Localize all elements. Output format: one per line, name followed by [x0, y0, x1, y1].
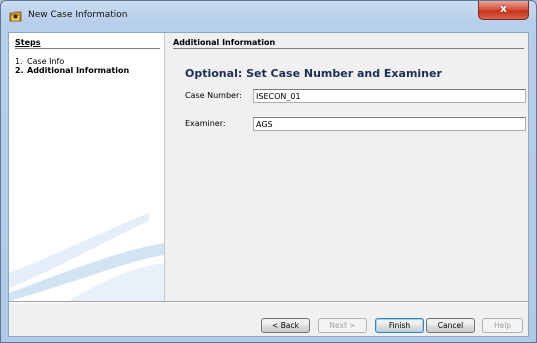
case-folder-icon [9, 11, 22, 22]
footer-divider-highlight [9, 302, 528, 303]
section-title: Additional Information [173, 38, 276, 47]
next-button[interactable]: Next > [318, 318, 367, 333]
step-number: 1. [15, 57, 23, 66]
dialog-window: New Case Information x Steps 1. Case Info… [0, 0, 537, 343]
help-button[interactable]: Help [482, 318, 523, 333]
title-bar[interactable]: New Case Information x [1, 1, 536, 27]
step-label: Additional Information [27, 66, 130, 75]
steps-title: Steps [15, 38, 41, 47]
back-button[interactable]: < Back [261, 318, 310, 333]
case-number-input[interactable] [253, 89, 526, 103]
dialog-client-area: Steps 1. Case Info 2. Additional Informati… [8, 32, 529, 337]
page-heading: Optional: Set Case Number and Examiner [185, 67, 442, 80]
steps-divider [15, 48, 160, 49]
section-divider [173, 48, 524, 49]
cancel-button[interactable]: Cancel [426, 318, 475, 333]
content-panel: Additional Information Optional: Set Cas… [165, 33, 528, 301]
window-title: New Case Information [28, 10, 128, 20]
step-item-case-info: 1. Case Info [15, 57, 64, 66]
examiner-label: Examiner: [185, 119, 226, 128]
decorative-swoosh-graphic [9, 213, 164, 301]
step-item-additional-information: 2. Additional Information [15, 66, 129, 75]
close-icon: x [499, 2, 508, 15]
steps-panel: Steps 1. Case Info 2. Additional Informati… [9, 33, 164, 301]
finish-button[interactable]: Finish [375, 318, 424, 333]
step-number: 2. [15, 66, 24, 75]
examiner-input[interactable] [253, 117, 526, 131]
close-button[interactable]: x [478, 1, 529, 20]
step-label: Case Info [27, 57, 65, 66]
case-number-label: Case Number: [185, 91, 242, 100]
